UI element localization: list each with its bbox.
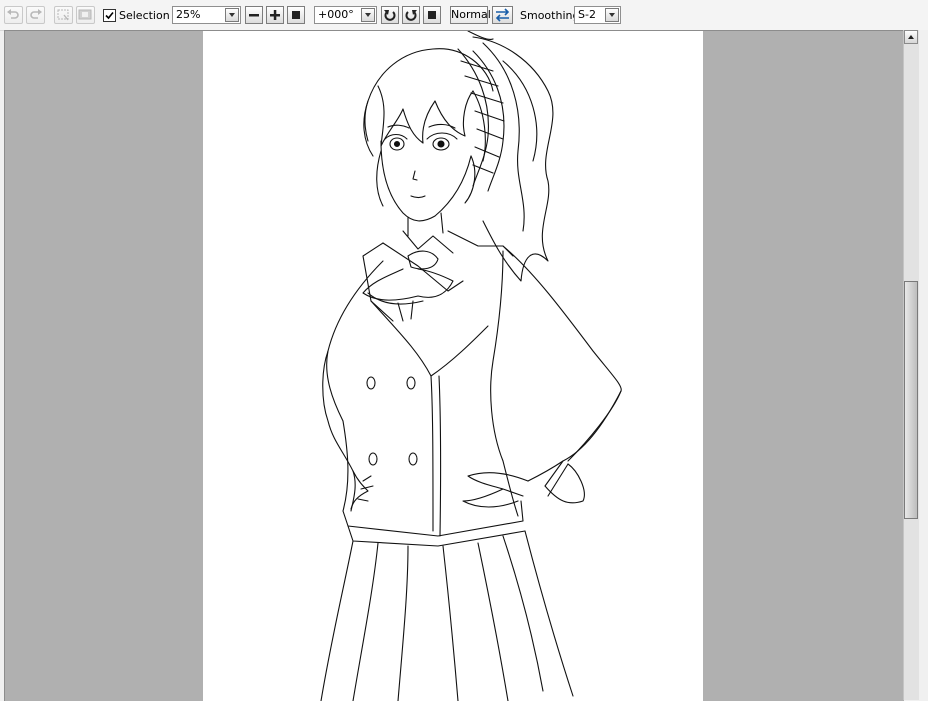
undo-button[interactable] — [4, 6, 23, 24]
zoom-value: 25% — [176, 8, 201, 21]
blend-mode-button[interactable]: Normal — [450, 6, 491, 24]
scrollbar-thumb[interactable] — [904, 281, 918, 519]
rotation-select[interactable]: +000° — [314, 6, 377, 24]
scroll-up-button[interactable] — [904, 30, 918, 44]
chevron-up-icon — [908, 35, 914, 39]
zoom-in-button[interactable] — [266, 6, 284, 24]
undo-icon — [7, 9, 19, 19]
deselect-icon — [57, 9, 69, 21]
zoom-out-button[interactable] — [245, 6, 263, 24]
selection-label: Selection — [119, 9, 170, 22]
rotate-right-button[interactable] — [402, 6, 420, 24]
square-icon — [428, 11, 436, 19]
minus-icon — [249, 14, 259, 17]
selection-checkbox[interactable] — [103, 9, 116, 22]
smoothing-dropdown-arrow[interactable] — [605, 8, 619, 22]
chevron-down-icon — [609, 13, 615, 17]
rotate-right-icon — [405, 10, 417, 21]
rotation-value: +000° — [318, 8, 354, 21]
canvas-paper[interactable] — [203, 31, 703, 701]
chevron-down-icon — [229, 13, 235, 17]
checkmark-icon — [105, 11, 114, 20]
chevron-down-icon — [365, 13, 371, 17]
flip-horizontal-button[interactable] — [492, 6, 513, 24]
vertical-scrollbar[interactable] — [903, 30, 919, 700]
line-art-drawing — [320, 31, 622, 701]
canvas-viewport[interactable] — [4, 30, 904, 701]
rotate-left-button[interactable] — [381, 6, 399, 24]
panel-edge — [919, 30, 928, 700]
plus-icon — [270, 10, 280, 20]
zoom-reset-button[interactable] — [287, 6, 305, 24]
zoom-dropdown-arrow[interactable] — [225, 8, 239, 22]
redo-button[interactable] — [26, 6, 45, 24]
smoothing-label: Smoothing — [520, 9, 580, 22]
invert-selection-button[interactable] — [76, 6, 95, 24]
toolbar: Selection 25% +000° Normal Smoothing S-2 — [0, 0, 928, 31]
deselect-button[interactable] — [54, 6, 73, 24]
rotation-dropdown-arrow[interactable] — [361, 8, 375, 22]
smoothing-value: S-2 — [578, 8, 596, 21]
flip-horizontal-icon — [495, 8, 510, 22]
zoom-select[interactable]: 25% — [172, 6, 241, 24]
square-icon — [292, 11, 300, 19]
rotate-left-icon — [384, 10, 396, 21]
invert-selection-icon — [78, 9, 92, 20]
redo-icon — [30, 9, 42, 19]
smoothing-select[interactable]: S-2 — [574, 6, 621, 24]
rotation-reset-button[interactable] — [423, 6, 441, 24]
